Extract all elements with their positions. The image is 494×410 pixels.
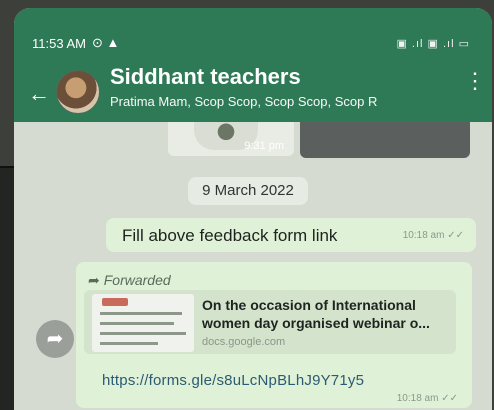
message-time-value: 10:18 am <box>402 230 445 241</box>
previous-media-message-2[interactable] <box>300 122 470 158</box>
link-preview-thumbnail <box>92 294 194 352</box>
forwarded-text: Forwarded <box>103 272 171 288</box>
status-icons: ▣ .ıl ▣ .ıl ▭ <box>396 37 470 50</box>
message-bubble[interactable]: Fill above feedback form link 10:18 am ✓… <box>106 218 476 252</box>
photo-background-edge <box>0 168 14 410</box>
date-chip: 9 March 2022 <box>188 177 308 205</box>
chat-header: 11:53 AM ⊙ ▲ ▣ .ıl ▣ .ıl ▭ ← Siddhant te… <box>14 8 492 122</box>
link-preview-title: On the occasion of International women d… <box>202 297 430 331</box>
preview-line <box>100 312 182 315</box>
group-avatar[interactable] <box>56 70 100 114</box>
more-vert-icon[interactable]: ⋮ <box>464 70 486 92</box>
message-text: Fill above feedback form link <box>122 226 338 245</box>
forward-icon: ➦ <box>88 272 100 288</box>
preview-line <box>100 332 186 335</box>
status-time: 11:53 AM <box>32 35 86 51</box>
message-link[interactable]: https://forms.gle/s8uLcNpBLhJ9Y71y5 <box>102 372 364 389</box>
preview-line <box>100 322 174 325</box>
chat-title[interactable]: Siddhant teachers <box>110 64 301 90</box>
message-time-value: 10:18 am <box>396 393 439 404</box>
preview-line <box>100 342 158 345</box>
forwarded-label: ➦ Forwarded <box>88 272 171 289</box>
chat-participants[interactable]: Pratima Mam, Scop Scop, Scop Scop, Scop … <box>110 94 448 109</box>
status-alarm-icon: ⊙ ▲ <box>91 35 120 50</box>
back-arrow-icon[interactable]: ← <box>28 83 50 105</box>
preview-logo <box>102 298 128 306</box>
message-time: 10:18 am ✓✓ <box>403 230 464 241</box>
media-time: 9:31 pm <box>244 140 284 152</box>
chat-body: 9:31 pm 9 March 2022 Fill above feedback… <box>14 122 492 410</box>
double-check-icon: ✓✓ <box>441 393 458 404</box>
share-icon[interactable]: ➦ <box>36 320 74 358</box>
link-preview[interactable]: On the occasion of International women d… <box>84 290 456 354</box>
double-check-icon: ✓✓ <box>447 230 464 241</box>
phone-screen: 11:53 AM ⊙ ▲ ▣ .ıl ▣ .ıl ▭ ← Siddhant te… <box>14 8 492 410</box>
forwarded-message-bubble[interactable]: ➦ Forwarded On the occasion of Internatio… <box>76 262 472 408</box>
link-preview-domain: docs.google.com <box>202 336 286 348</box>
previous-media-message[interactable]: 9:31 pm <box>168 122 294 156</box>
status-bar: 11:53 AM ⊙ ▲ ▣ .ıl ▣ .ıl ▭ <box>32 33 470 53</box>
message-time: 10:18 am ✓✓ <box>397 393 458 404</box>
